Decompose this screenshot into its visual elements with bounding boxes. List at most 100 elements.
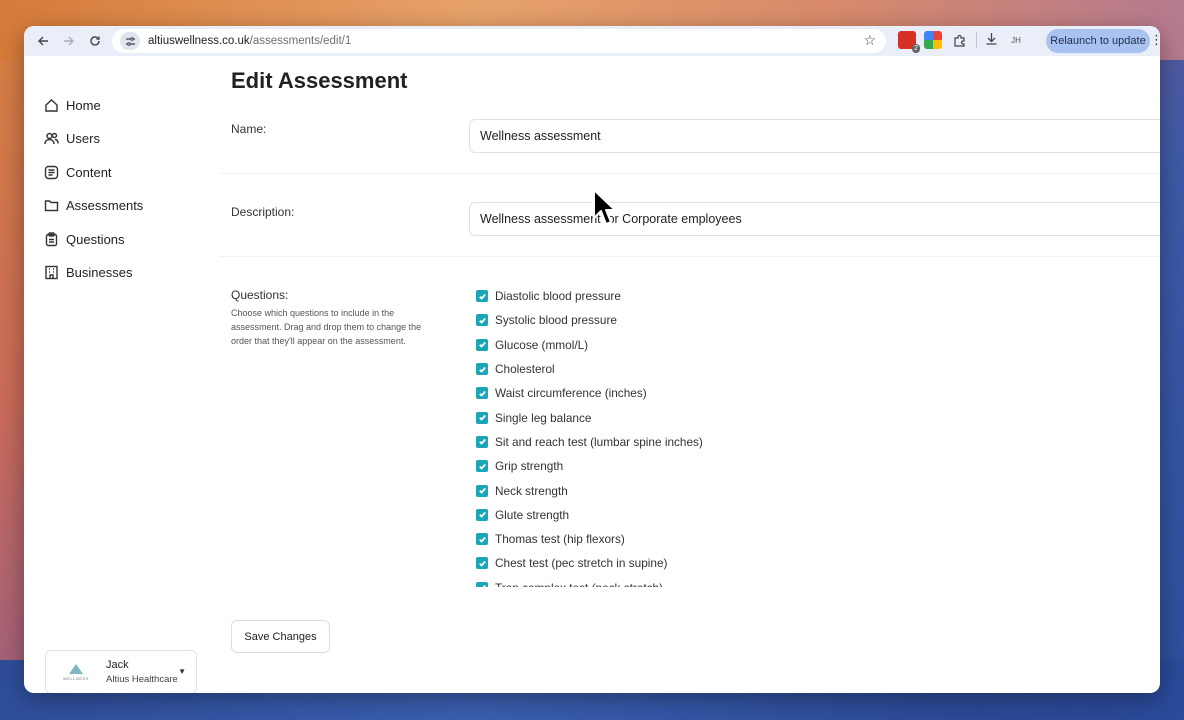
sidebar-item-assessments[interactable]: Assessments — [44, 193, 143, 217]
checkbox-checked-icon[interactable] — [476, 435, 488, 448]
checkbox-checked-icon[interactable] — [476, 363, 488, 376]
questions-help-text: Choose which questions to include in the… — [231, 308, 422, 346]
question-item[interactable]: Glute strength — [476, 503, 876, 527]
name-input[interactable]: Wellness assessment — [469, 119, 1160, 153]
site-info-button[interactable] — [120, 32, 140, 50]
checkbox-checked-icon[interactable] — [476, 484, 488, 497]
sidebar-item-label: Users — [66, 130, 100, 146]
question-label: Cholesterol — [495, 362, 555, 377]
building-icon — [45, 265, 58, 279]
sidebar: Home Users Content Assessments Questions… — [24, 56, 220, 693]
sidebar-item-home[interactable]: Home — [44, 93, 101, 117]
url-path: /assessments/edit/1 — [249, 35, 352, 47]
color-extension-icon[interactable] — [924, 31, 942, 49]
question-item[interactable]: Sit and reach test (lumbar spine inches) — [476, 430, 876, 454]
folder-icon — [44, 199, 59, 211]
sidebar-item-label: Home — [66, 97, 101, 113]
users-icon — [44, 132, 59, 144]
question-item[interactable]: Cholesterol — [476, 357, 876, 381]
checkbox-checked-icon[interactable] — [476, 290, 488, 303]
extension-badge: 2 — [912, 44, 920, 53]
forward-button[interactable] — [56, 28, 82, 54]
question-item[interactable]: Diastolic blood pressure — [476, 284, 876, 308]
sidebar-item-questions[interactable]: Questions — [44, 227, 125, 251]
address-bar[interactable]: altiuswellness.co.uk/assessments/edit/1 … — [112, 29, 886, 53]
question-label: Thomas test (hip flexors) — [495, 532, 625, 547]
sidebar-item-label: Businesses — [66, 264, 133, 280]
question-item[interactable]: Neck strength — [476, 478, 876, 502]
question-item[interactable]: Thomas test (hip flexors) — [476, 527, 876, 551]
main-content: Edit Assessment Name: Wellness assessmen… — [220, 56, 1160, 693]
question-label: Single leg balance — [495, 410, 592, 425]
question-label: Waist circumference (inches) — [495, 386, 647, 401]
question-item[interactable]: Waist circumference (inches) — [476, 381, 876, 405]
question-item[interactable]: Single leg balance — [476, 405, 876, 429]
account-name: Jack — [106, 659, 129, 671]
checkbox-checked-icon[interactable] — [476, 411, 488, 424]
checkbox-checked-icon[interactable] — [476, 557, 488, 570]
question-label: Chest test (pec stretch in supine) — [495, 556, 668, 571]
menu-dots-icon[interactable]: ⋮ — [1150, 32, 1160, 48]
browser-toolbar: altiuswellness.co.uk/assessments/edit/1 … — [24, 26, 1160, 56]
logo-wordmark: WELLNESS — [63, 675, 89, 681]
checkbox-checked-icon[interactable] — [476, 508, 488, 521]
home-icon — [45, 98, 58, 112]
question-label: Glucose (mmol/L) — [495, 337, 589, 352]
questions-label: Questions: — [231, 288, 289, 302]
sidebar-item-label: Assessments — [66, 197, 144, 213]
mouse-cursor-icon — [593, 189, 616, 225]
question-item[interactable]: Grip strength — [476, 454, 876, 478]
back-button[interactable] — [30, 28, 56, 54]
puzzle-icon[interactable] — [950, 31, 968, 49]
toolbar-separator — [976, 32, 977, 48]
question-label: Grip strength — [495, 459, 564, 474]
checkbox-checked-icon[interactable] — [476, 314, 488, 327]
checkbox-checked-icon[interactable] — [476, 581, 488, 587]
section-divider — [220, 173, 1160, 174]
question-label: Systolic blood pressure — [495, 313, 617, 328]
account-switcher[interactable]: WELLNESS Jack Altius Healthcare ▼ — [45, 650, 197, 693]
question-item[interactable]: Trap complex test (neck stretch) — [476, 576, 876, 587]
content-icon — [44, 165, 59, 179]
question-item[interactable]: Chest test (pec stretch in supine) — [476, 551, 876, 575]
arrow-right-icon — [64, 36, 74, 46]
bookmark-star-icon[interactable]: ☆ — [863, 32, 876, 49]
profile-avatar[interactable]: JH — [1006, 30, 1026, 50]
checkbox-checked-icon[interactable] — [476, 460, 488, 473]
account-org: Altius Healthcare — [106, 674, 178, 685]
question-label: Sit and reach test (lumbar spine inches) — [495, 434, 703, 449]
checkbox-checked-icon[interactable] — [476, 338, 488, 351]
caret-down-icon: ▼ — [178, 667, 186, 676]
question-label: Glute strength — [495, 507, 570, 522]
account-text: Jack Altius Healthcare — [106, 659, 178, 685]
question-item[interactable]: Systolic blood pressure — [476, 308, 876, 332]
reload-icon — [90, 36, 100, 46]
section-divider — [220, 256, 1160, 257]
url-host: altiuswellness.co.uk — [148, 35, 250, 47]
questions-list[interactable]: Diastolic blood pressure Systolic blood p… — [476, 284, 876, 587]
download-icon[interactable] — [985, 32, 998, 48]
question-item[interactable]: Glucose (mmol/L) — [476, 333, 876, 357]
relaunch-button[interactable]: Relaunch to update — [1046, 29, 1150, 53]
company-logo: WELLNESS — [54, 657, 98, 687]
question-label: Trap complex test (neck stretch) — [495, 581, 663, 587]
arrow-left-icon — [38, 36, 48, 46]
sidebar-item-businesses[interactable]: Businesses — [44, 260, 132, 284]
sidebar-item-label: Questions — [66, 231, 125, 247]
checkbox-checked-icon[interactable] — [476, 533, 488, 546]
save-changes-button[interactable]: Save Changes — [231, 620, 330, 653]
tune-icon — [125, 36, 135, 46]
checkbox-checked-icon[interactable] — [476, 387, 488, 400]
question-label: Neck strength — [495, 483, 568, 498]
description-input[interactable]: Wellness assessment for Corporate employ… — [469, 202, 1160, 236]
calendar-extension-icon[interactable]: 2 — [898, 31, 920, 53]
page-title: Edit Assessment — [231, 68, 408, 93]
reload-button[interactable] — [82, 28, 108, 54]
description-label: Description: — [231, 205, 295, 219]
question-label: Diastolic blood pressure — [495, 289, 621, 304]
browser-window: altiuswellness.co.uk/assessments/edit/1 … — [24, 26, 1160, 693]
sidebar-item-content[interactable]: Content — [44, 160, 112, 184]
clipboard-icon — [45, 231, 58, 246]
sidebar-item-users[interactable]: Users — [44, 126, 100, 150]
name-label: Name: — [231, 122, 267, 136]
